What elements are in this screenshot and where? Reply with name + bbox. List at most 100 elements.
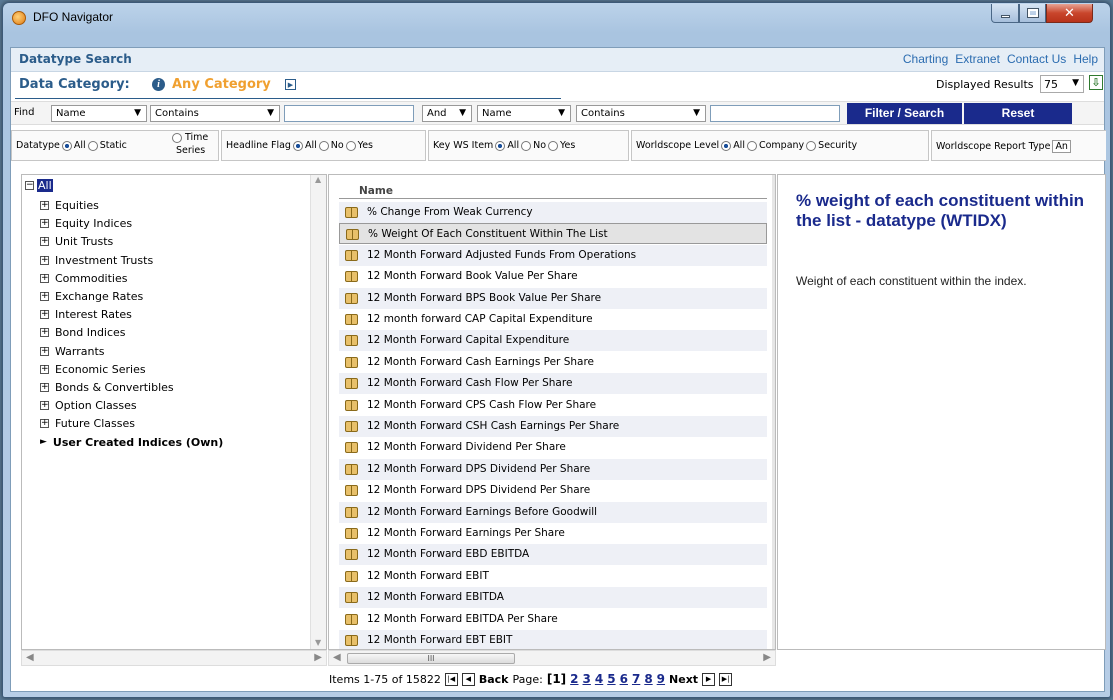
joiner-select[interactable]: And ▼	[422, 105, 472, 122]
tree-item[interactable]: + Exchange Rates	[40, 290, 143, 303]
keyws-yes-radio[interactable]	[548, 140, 559, 151]
prev-page-icon[interactable]: ◀	[461, 672, 475, 686]
charting-link[interactable]: Charting	[903, 52, 948, 66]
keyws-all-radio[interactable]	[495, 140, 506, 151]
expand-icon[interactable]: +	[40, 346, 49, 356]
tree-horizontal-scrollbar[interactable]: ◀ ▶	[21, 650, 327, 666]
next-page-icon[interactable]: ▶	[702, 672, 716, 686]
tree-item[interactable]: + Equities	[40, 199, 99, 212]
minimize-button[interactable]	[991, 4, 1019, 23]
list-item[interactable]: % Weight Of Each Constituent Within The …	[339, 223, 767, 245]
reset-button[interactable]: Reset	[964, 103, 1072, 124]
back-link[interactable]: Back	[479, 673, 509, 686]
headline-yes-radio[interactable]	[345, 140, 356, 151]
datatype-static-radio[interactable]	[87, 140, 98, 151]
list-vertical-scrollbar[interactable]	[772, 175, 775, 649]
list-item[interactable]: 12 Month Forward Earnings Before Goodwil…	[339, 501, 767, 523]
excel-export-icon[interactable]: ⇩	[1089, 75, 1103, 90]
op2-select[interactable]: Contains ▼	[576, 105, 706, 122]
value1-input[interactable]	[284, 105, 414, 122]
expand-icon[interactable]: +	[40, 255, 49, 265]
datatype-all-radio[interactable]	[61, 140, 72, 151]
tree-item[interactable]: + Interest Rates	[40, 308, 132, 321]
page-link[interactable]: 3	[583, 672, 591, 686]
filter-search-button[interactable]: Filter / Search	[847, 103, 962, 124]
scroll-right-icon[interactable]: ▶	[763, 651, 771, 665]
op1-select[interactable]: Contains ▼	[150, 105, 280, 122]
list-item[interactable]: 12 Month Forward EBITDA	[339, 587, 767, 609]
page-link[interactable]: 2	[570, 672, 578, 686]
list-item[interactable]: 12 Month Forward Dividend Per Share	[339, 437, 767, 458]
scroll-left-icon[interactable]: ◀	[26, 651, 34, 665]
page-link[interactable]: 6	[620, 672, 628, 686]
scroll-thumb[interactable]: III	[347, 653, 515, 664]
collapse-icon[interactable]: −	[25, 181, 34, 190]
expand-icon[interactable]: +	[40, 201, 49, 210]
list-item[interactable]: 12 Month Forward Earnings Per Share	[339, 523, 767, 544]
scroll-left-icon[interactable]: ◀	[333, 651, 341, 665]
page-link[interactable]: 5	[607, 672, 615, 686]
value2-input[interactable]	[710, 105, 840, 122]
list-item[interactable]: 12 Month Forward DPS Dividend Per Share	[339, 480, 767, 501]
expand-icon[interactable]: +	[40, 328, 49, 338]
maximize-button[interactable]	[1019, 4, 1046, 23]
list-item[interactable]: 12 Month Forward BPS Book Value Per Shar…	[339, 287, 767, 309]
tree-item[interactable]: + Equity Indices	[40, 217, 132, 230]
scroll-up-icon[interactable]: ▲	[315, 175, 321, 184]
headline-all-radio[interactable]	[292, 140, 303, 151]
list-item[interactable]: 12 Month Forward Capital Expenditure	[339, 330, 767, 352]
list-item[interactable]: 12 Month Forward DPS Dividend Per Share	[339, 458, 767, 480]
category-value[interactable]: Any Category	[172, 77, 271, 92]
tree-root[interactable]: − All	[25, 179, 53, 192]
page-link[interactable]: 7	[632, 672, 640, 686]
expand-icon[interactable]: +	[40, 292, 49, 301]
tree-item-user-created[interactable]: ► User Created Indices (Own)	[40, 436, 223, 449]
page-link[interactable]: 9	[657, 672, 665, 686]
list-item[interactable]: 12 Month Forward Cash Flow Per Share	[339, 373, 767, 395]
datatype-timeseries-radio[interactable]	[172, 133, 182, 143]
wsreport-select[interactable]: An	[1052, 140, 1071, 153]
tree-item[interactable]: + Unit Trusts	[40, 235, 113, 248]
list-item[interactable]: 12 Month Forward EBT EBIT	[339, 630, 767, 649]
list-horizontal-scrollbar[interactable]: ◀ III ▶	[328, 650, 776, 666]
help-link[interactable]: Help	[1073, 52, 1098, 66]
expand-icon[interactable]: +	[40, 419, 49, 429]
page-link[interactable]: 4	[595, 672, 603, 686]
last-page-icon[interactable]: ▶|	[719, 672, 733, 686]
tree-item[interactable]: + Bond Indices	[40, 326, 126, 339]
scroll-down-icon[interactable]: ▼	[315, 638, 321, 647]
list-item[interactable]: 12 Month Forward CPS Cash Flow Per Share	[339, 395, 767, 416]
list-column-header[interactable]: Name	[359, 185, 393, 197]
expand-icon[interactable]: +	[40, 383, 49, 392]
tree-item[interactable]: + Commodities	[40, 272, 127, 285]
category-expand-icon[interactable]: ▶	[285, 79, 296, 90]
expand-icon[interactable]: +	[40, 237, 49, 247]
list-item[interactable]: 12 Month Forward Adjusted Funds From Ope…	[339, 244, 767, 266]
list-item[interactable]: 12 month forward CAP Capital Expenditure	[339, 309, 767, 330]
tree-item[interactable]: + Warrants	[40, 345, 105, 358]
list-item[interactable]: 12 Month Forward Cash Earnings Per Share	[339, 352, 767, 373]
tree-item[interactable]: + Investment Trusts	[40, 254, 153, 267]
extranet-link[interactable]: Extranet	[955, 52, 1000, 66]
page-link[interactable]: 8	[644, 672, 652, 686]
tree-item[interactable]: + Future Classes	[40, 417, 135, 430]
expand-icon[interactable]: +	[40, 364, 49, 374]
first-page-icon[interactable]: |◀	[444, 672, 458, 686]
list-item[interactable]: 12 Month Forward Book Value Per Share	[339, 266, 767, 287]
headline-no-radio[interactable]	[318, 140, 329, 151]
list-item[interactable]: 12 Month Forward CSH Cash Earnings Per S…	[339, 416, 767, 437]
scroll-right-icon[interactable]: ▶	[314, 651, 322, 665]
expand-icon[interactable]: +	[40, 310, 49, 320]
tree-item[interactable]: + Bonds & Convertibles	[40, 381, 174, 394]
contact-us-link[interactable]: Contact Us	[1007, 52, 1066, 66]
expand-icon[interactable]: +	[40, 219, 49, 229]
wslevel-company-radio[interactable]	[746, 140, 757, 151]
list-item[interactable]: 12 Month Forward EBITDA Per Share	[339, 609, 767, 630]
field1-select[interactable]: Name ▼	[51, 105, 147, 122]
list-item[interactable]: % Change From Weak Currency	[339, 202, 767, 223]
list-item[interactable]: 12 Month Forward EBD EBITDA	[339, 544, 767, 566]
displayed-results-select[interactable]: 75 ▼	[1040, 75, 1084, 93]
tree-item[interactable]: + Option Classes	[40, 399, 137, 412]
wslevel-security-radio[interactable]	[806, 140, 817, 151]
next-link[interactable]: Next	[669, 673, 698, 686]
